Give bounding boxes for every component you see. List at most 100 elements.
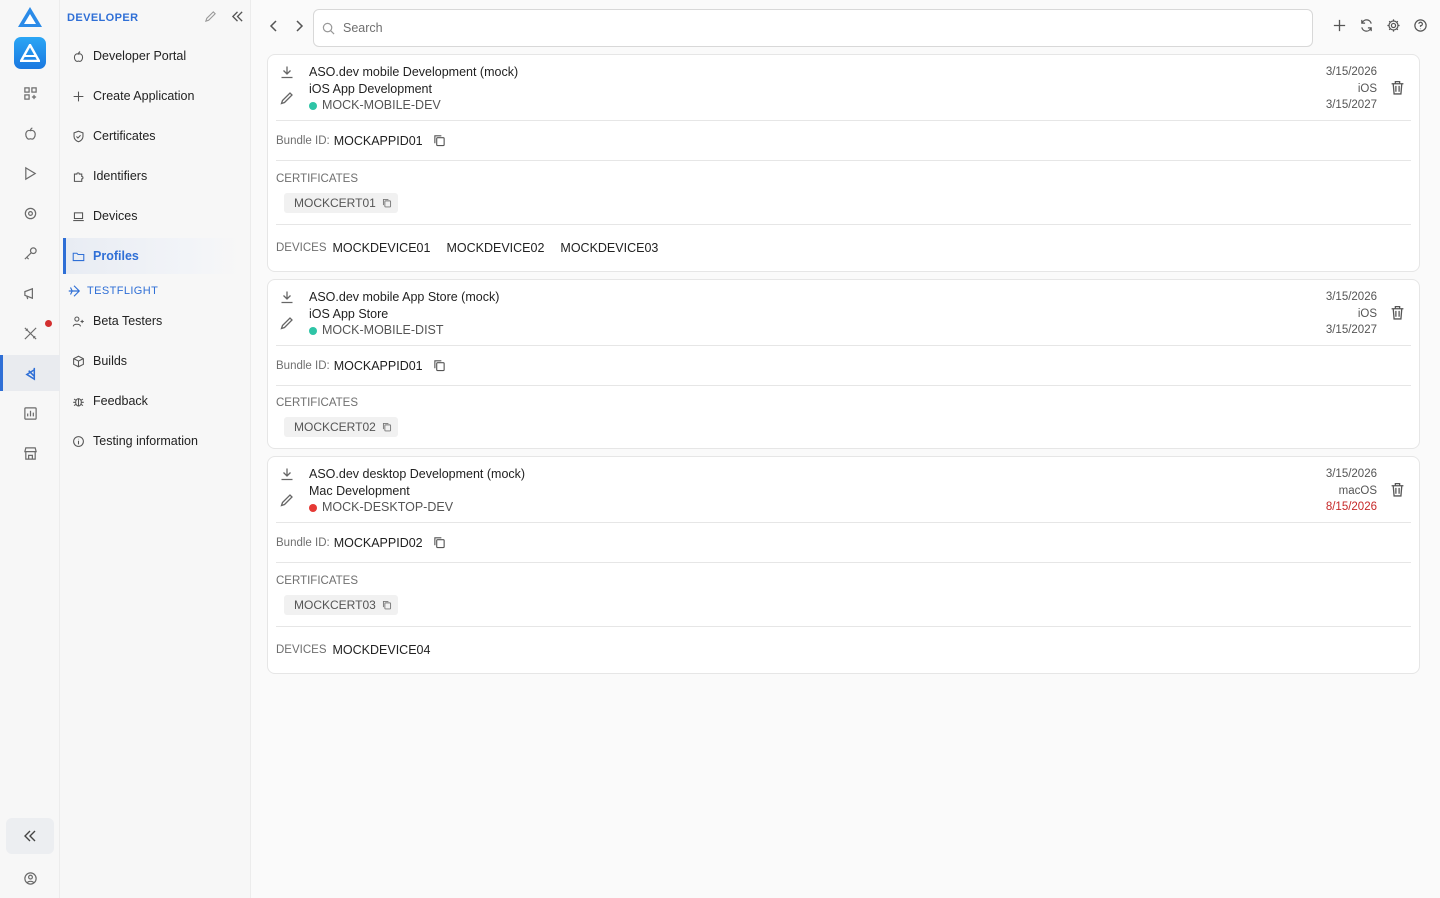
sidebar-item-create-application[interactable]: Create Application bbox=[63, 78, 239, 114]
chevron-left-icon bbox=[269, 20, 277, 32]
bundle-row: Bundle ID: MOCKAPPID01 bbox=[276, 346, 1411, 386]
profile-card: ASO.dev mobile App Store (mock) iOS App … bbox=[267, 279, 1420, 449]
trash-icon[interactable] bbox=[1390, 305, 1405, 320]
topbar bbox=[251, 0, 1440, 56]
sidebar-item-label: Devices bbox=[93, 209, 138, 223]
sidebar-item-certificates[interactable]: Certificates bbox=[63, 118, 239, 154]
collapse-sidebar-icon[interactable] bbox=[231, 10, 244, 23]
add-button[interactable] bbox=[1332, 18, 1347, 33]
bundle-row: Bundle ID: MOCKAPPID02 bbox=[276, 523, 1411, 563]
section-testflight-label: TESTFLIGHT bbox=[87, 285, 159, 297]
sidebar-item-profiles[interactable]: Profiles bbox=[63, 238, 239, 274]
trash-icon[interactable] bbox=[1390, 80, 1405, 95]
sidebar-item-developer-portal[interactable]: Developer Portal bbox=[63, 38, 239, 74]
sidebar-item-testing-information[interactable]: Testing information bbox=[63, 423, 239, 459]
pencil-icon[interactable] bbox=[280, 493, 294, 507]
bundle-id: MOCKAPPID02 bbox=[333, 535, 423, 550]
copy-icon[interactable] bbox=[382, 600, 392, 610]
laptop-icon bbox=[73, 211, 84, 221]
status-dot bbox=[309, 503, 317, 512]
download-icon[interactable] bbox=[280, 65, 294, 79]
platform: iOS bbox=[1357, 82, 1377, 95]
search-input[interactable] bbox=[343, 21, 1243, 35]
certificate-chip[interactable]: MOCKCERT03 bbox=[284, 594, 398, 615]
pencil-icon[interactable] bbox=[280, 316, 294, 330]
copy-icon[interactable] bbox=[382, 198, 392, 208]
download-icon[interactable] bbox=[280, 290, 294, 304]
settings-button[interactable] bbox=[1386, 18, 1401, 33]
certificates-row: CERTIFICATES MOCKCERT03 bbox=[276, 563, 1411, 627]
refresh-icon bbox=[1361, 19, 1372, 32]
device-name: MOCKDEVICE04 bbox=[332, 643, 431, 657]
collapse-rail-button[interactable] bbox=[6, 818, 54, 854]
sidebar-item-builds[interactable]: Builds bbox=[63, 343, 239, 379]
target-icon[interactable] bbox=[0, 195, 60, 231]
profile-name: ASO.dev desktop Development (mock) bbox=[309, 467, 526, 481]
profile-type: iOS App Development bbox=[309, 81, 432, 96]
bundle-label: Bundle ID: bbox=[276, 536, 330, 549]
sidebar-item-label: Builds bbox=[93, 354, 128, 368]
testflight-icon bbox=[68, 285, 81, 297]
profile-type: iOS App Store bbox=[309, 306, 389, 321]
sidebar-item-feedback[interactable]: Feedback bbox=[63, 383, 239, 419]
copy-icon[interactable] bbox=[433, 359, 446, 372]
certificate-name: MOCKCERT03 bbox=[294, 597, 376, 612]
certificates-row: CERTIFICATES MOCKCERT02 bbox=[276, 386, 1411, 448]
profiles-list: ASO.dev mobile Development (mock) iOS Ap… bbox=[267, 54, 1420, 681]
sidebar-item-label: Testing information bbox=[93, 434, 198, 448]
bundle-row: Bundle ID: MOCKAPPID01 bbox=[276, 121, 1411, 161]
profile-name: ASO.dev mobile Development (mock) bbox=[309, 65, 519, 79]
certificate-chip[interactable]: MOCKCERT02 bbox=[284, 417, 398, 437]
sidebar-item-beta-testers[interactable]: Beta Testers bbox=[63, 303, 239, 339]
refresh-button[interactable] bbox=[1359, 18, 1374, 33]
dashboard-icon[interactable] bbox=[0, 75, 60, 111]
xcode-icon[interactable] bbox=[0, 355, 60, 391]
back-button[interactable] bbox=[265, 17, 283, 35]
pencil-icon[interactable] bbox=[280, 91, 294, 105]
key-icon[interactable] bbox=[0, 235, 60, 271]
created-date: 3/15/2026 bbox=[1325, 291, 1377, 303]
platform: macOS bbox=[1338, 484, 1377, 497]
copy-icon[interactable] bbox=[433, 134, 446, 147]
device-name: MOCKDEVICE02 bbox=[446, 241, 545, 255]
devices-label: DEVICES bbox=[276, 644, 327, 656]
sidebar-item-identifiers[interactable]: Identifiers bbox=[63, 158, 239, 194]
store-icon[interactable] bbox=[0, 435, 60, 471]
expiration-date: 3/15/2027 bbox=[1325, 99, 1377, 112]
play-icon[interactable] bbox=[0, 155, 60, 191]
edit-icon[interactable] bbox=[204, 10, 217, 23]
bundle-label: Bundle ID: bbox=[276, 134, 330, 147]
sidebar: DEVELOPER Developer Portal Create Applic… bbox=[60, 0, 251, 898]
devices-label: DEVICES bbox=[276, 242, 327, 254]
plus-icon bbox=[73, 91, 84, 101]
certificates-label: CERTIFICATES bbox=[276, 172, 358, 185]
sidebar-item-devices[interactable]: Devices bbox=[63, 198, 239, 234]
profile-name: ASO.dev mobile App Store (mock) bbox=[309, 290, 500, 304]
package-icon bbox=[73, 355, 84, 367]
devices-row: DEVICES MOCKDEVICE01 MOCKDEVICE02 MOCKDE… bbox=[276, 225, 1411, 271]
apple-icon[interactable] bbox=[0, 115, 60, 151]
app-store-connect-icon[interactable] bbox=[14, 37, 46, 69]
bundle-label: Bundle ID: bbox=[276, 359, 330, 372]
copy-icon[interactable] bbox=[433, 536, 446, 549]
status-dot bbox=[309, 326, 317, 335]
forward-button[interactable] bbox=[290, 17, 308, 35]
certificate-chip[interactable]: MOCKCERT01 bbox=[284, 192, 398, 213]
aso-logo-icon[interactable] bbox=[17, 6, 43, 28]
expiration-date: 8/15/2026 bbox=[1325, 501, 1377, 514]
plus-icon bbox=[1333, 19, 1346, 32]
account-icon[interactable] bbox=[0, 860, 60, 896]
download-icon[interactable] bbox=[280, 467, 294, 481]
trash-icon[interactable] bbox=[1390, 482, 1405, 497]
bundle-id: MOCKAPPID01 bbox=[333, 358, 423, 373]
help-button[interactable] bbox=[1413, 18, 1428, 33]
search-box[interactable] bbox=[313, 9, 1313, 47]
analytics-icon[interactable] bbox=[0, 395, 60, 431]
certificates-row: CERTIFICATES MOCKCERT01 bbox=[276, 161, 1411, 225]
profile-card: ASO.dev desktop Development (mock) Mac D… bbox=[267, 456, 1420, 674]
section-developer: DEVELOPER bbox=[67, 12, 139, 24]
megaphone-icon[interactable] bbox=[0, 275, 60, 311]
copy-icon[interactable] bbox=[382, 422, 392, 432]
profile-identifier: MOCK-DESKTOP-DEV bbox=[322, 500, 454, 515]
folder-icon bbox=[72, 252, 85, 261]
